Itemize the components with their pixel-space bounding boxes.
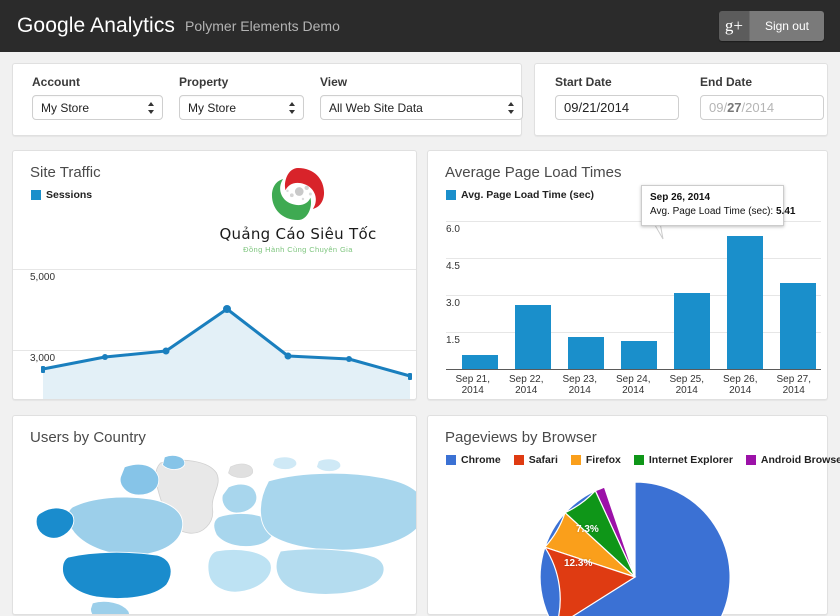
legend-item-firefox[interactable]: Firefox xyxy=(571,454,621,466)
view-select-value: All Web Site Data xyxy=(329,101,423,115)
legend-label-android-browser: Android Browser xyxy=(761,454,840,466)
legend-label-load-time: Avg. Page Load Time (sec) xyxy=(461,189,594,201)
bar-sep-21[interactable] xyxy=(462,355,498,369)
site-traffic-legend: Sessions xyxy=(13,181,416,201)
site-traffic-plot: 5,000 3,000 Sep 22 Sep 23 Sep 24 Sep 25 … xyxy=(13,206,416,399)
xtick-label-sep-22: Sep 22,2014 xyxy=(500,374,554,396)
app-subtitle: Polymer Elements Demo xyxy=(185,18,340,34)
legend-item-internet-explorer[interactable]: Internet Explorer xyxy=(634,454,733,466)
xtick-label-sep-26: Sep 26,2014 xyxy=(714,374,768,396)
legend-swatch-internet-explorer xyxy=(634,455,644,465)
users-by-country-title: Users by Country xyxy=(13,416,416,446)
pie-svg[interactable] xyxy=(532,474,738,616)
xtick-labels: Sep 21,2014 Sep 22,2014 Sep 23,2014 Sep … xyxy=(446,374,821,396)
legend-item-safari[interactable]: Safari xyxy=(514,454,558,466)
pageviews-by-browser-panel: Pageviews by Browser Chrome Safari Firef… xyxy=(427,415,828,615)
legend-swatch-sessions xyxy=(31,190,41,200)
x-axis-baseline xyxy=(446,369,821,370)
legend-item-android-browser[interactable]: Android Browser xyxy=(746,454,840,466)
xtick-label-sep-27: Sep 27,2014 xyxy=(767,374,821,396)
bars-container xyxy=(446,206,821,369)
site-traffic-panel: Site Traffic Sessions 5,000 3,000 xyxy=(12,150,417,400)
account-select[interactable]: My Store xyxy=(32,95,163,120)
view-filter: View All Web Site Data xyxy=(320,75,523,120)
legend-item-sessions[interactable]: Sessions xyxy=(31,189,92,201)
legend-item-load-time[interactable]: Avg. Page Load Time (sec) xyxy=(446,189,594,201)
page-load-times-panel: Average Page Load Times Avg. Page Load T… xyxy=(427,150,828,400)
tooltip-label: Avg. Page Load Time (sec): xyxy=(650,206,776,217)
xtick-label-sep-25: Sep 25,2014 xyxy=(660,374,714,396)
top-app-bar: Google Analytics Polymer Elements Demo g… xyxy=(0,0,840,52)
start-date-field: Start Date 09/21/2014 xyxy=(555,75,679,120)
site-traffic-title: Site Traffic xyxy=(13,151,416,181)
pageviews-by-browser-title: Pageviews by Browser xyxy=(428,416,827,446)
start-date-label: Start Date xyxy=(555,75,679,89)
end-date-value-prefix: 09/ xyxy=(709,100,727,115)
start-date-value: 09/21/2014 xyxy=(564,100,629,115)
property-label: Property xyxy=(179,75,304,89)
pie-label-safari: 12.3% xyxy=(564,558,592,569)
legend-swatch-chrome xyxy=(446,455,456,465)
chart-tooltip: Sep 26, 2014 Avg. Page Load Time (sec): … xyxy=(641,185,784,226)
xtick-label-sep-23: Sep 23,2014 xyxy=(553,374,607,396)
pie-label-firefox: 7.3% xyxy=(576,524,599,535)
filters-panel: Account My Store Property My Store View … xyxy=(12,63,522,136)
view-select[interactable]: All Web Site Data xyxy=(320,95,523,120)
legend-label-safari: Safari xyxy=(529,454,558,466)
end-date-value-day: 27 xyxy=(727,100,741,115)
end-date-label: End Date xyxy=(700,75,824,89)
bar-sep-27[interactable] xyxy=(780,283,816,369)
google-plus-icon[interactable]: g+ xyxy=(719,11,750,41)
end-date-value-suffix: /2014 xyxy=(742,100,775,115)
legend-label-firefox: Firefox xyxy=(586,454,621,466)
legend-label-sessions: Sessions xyxy=(46,189,92,201)
legend-swatch-safari xyxy=(514,455,524,465)
account-select-value: My Store xyxy=(41,101,89,115)
world-map-icon[interactable] xyxy=(31,451,416,614)
chevron-updown-icon xyxy=(148,102,155,114)
date-range-panel: Start Date 09/21/2014 End Date 09/27/201… xyxy=(534,63,828,136)
tooltip-value: 5.41 xyxy=(776,206,795,217)
tooltip-value-line: Avg. Page Load Time (sec): 5.41 xyxy=(650,205,775,219)
tooltip-title: Sep 26, 2014 xyxy=(650,191,775,205)
page-load-times-title: Average Page Load Times xyxy=(428,151,827,181)
property-select[interactable]: My Store xyxy=(179,95,304,120)
page-load-times-plot: 6.0 4.5 3.0 1.5 Sep 21,2014 Sep 22,2014 … xyxy=(428,206,827,399)
site-traffic-line-svg xyxy=(13,206,416,399)
property-select-value: My Store xyxy=(188,101,236,115)
sign-out-button[interactable]: Sign out xyxy=(750,11,824,41)
page-title: Google Analytics xyxy=(17,14,175,38)
bar-sep-24[interactable] xyxy=(621,341,657,369)
pageviews-legend: Chrome Safari Firefox Internet Explorer … xyxy=(428,446,827,466)
bar-sep-22[interactable] xyxy=(515,305,551,369)
view-label: View xyxy=(320,75,523,89)
account-filter: Account My Store xyxy=(32,75,163,120)
signout-control[interactable]: g+ Sign out xyxy=(719,11,824,41)
legend-item-chrome[interactable]: Chrome xyxy=(446,454,501,466)
start-date-input[interactable]: 09/21/2014 xyxy=(555,95,679,120)
world-map-chart[interactable] xyxy=(13,451,416,614)
xtick-label-sep-21: Sep 21,2014 xyxy=(446,374,500,396)
property-filter: Property My Store xyxy=(179,75,304,120)
legend-swatch-android-browser xyxy=(746,455,756,465)
bar-sep-23[interactable] xyxy=(568,337,604,369)
users-by-country-panel: Users by Country xyxy=(12,415,417,615)
legend-label-internet-explorer: Internet Explorer xyxy=(649,454,733,466)
legend-swatch-firefox xyxy=(571,455,581,465)
account-label: Account xyxy=(32,75,163,89)
browser-pie-chart[interactable]: 12.3% 7.3% xyxy=(532,474,738,616)
legend-label-chrome: Chrome xyxy=(461,454,501,466)
end-date-field: End Date 09/27/2014 xyxy=(700,75,824,120)
bar-sep-25[interactable] xyxy=(674,293,710,369)
end-date-input[interactable]: 09/27/2014 xyxy=(700,95,824,120)
xtick-label-sep-24: Sep 24,2014 xyxy=(607,374,661,396)
legend-swatch-load-time xyxy=(446,190,456,200)
chevron-updown-icon xyxy=(289,102,296,114)
chevron-updown-icon xyxy=(508,102,515,114)
bar-sep-26[interactable] xyxy=(727,236,763,369)
